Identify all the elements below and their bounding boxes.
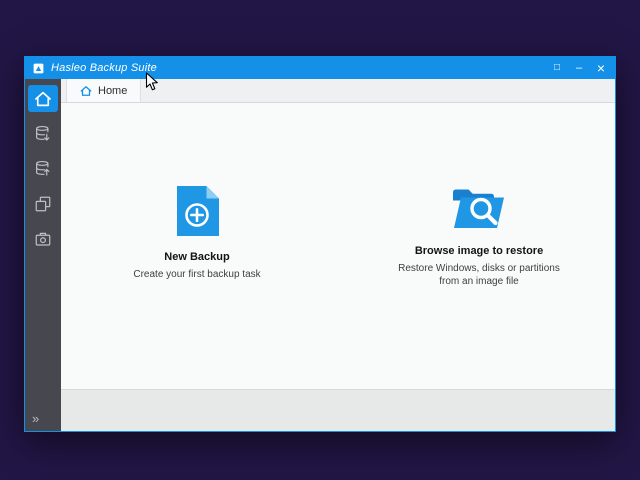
new-backup-option[interactable]: New Backup Create your first backup task (81, 182, 313, 282)
sidebar-item-restore[interactable] (28, 155, 58, 182)
browse-restore-subtitle-line1: Restore Windows, disks or partitions (398, 262, 560, 274)
new-backup-icon-wrap (81, 182, 313, 238)
sidebar-item-clone[interactable] (28, 190, 58, 217)
bottom-bar (61, 389, 615, 431)
new-backup-icon (176, 186, 219, 237)
home-tab-icon (80, 85, 92, 96)
sidebar-expand-button[interactable]: » (32, 411, 39, 426)
main-content: New Backup Create your first backup task (61, 103, 615, 389)
browse-restore-option[interactable]: Browse image to restore Restore Windows,… (363, 176, 595, 289)
main-column: Home New Backup Create your first backup… (61, 79, 615, 431)
browse-restore-icon (453, 189, 504, 228)
browse-restore-subtitle-line2: from an image file (439, 276, 519, 287)
toolkit-icon (35, 232, 51, 246)
tab-home-label: Home (98, 84, 128, 97)
home-icon (35, 91, 51, 106)
titlebar[interactable]: Hasleo Backup Suite □ – × (25, 57, 615, 79)
browse-restore-title: Browse image to restore (414, 244, 544, 257)
tab-bar: Home (61, 79, 615, 103)
app-icon (32, 62, 45, 75)
window-body: » Home New Backup Create your first back… (25, 79, 615, 431)
new-backup-subtitle: Create your first backup task (133, 269, 261, 281)
maximize-button[interactable]: □ (546, 57, 568, 79)
minimize-button[interactable]: – (568, 57, 590, 79)
close-button[interactable]: × (590, 57, 612, 79)
sidebar-item-backup[interactable] (28, 120, 58, 147)
backup-disks-icon (36, 125, 50, 141)
sidebar: » (25, 79, 61, 431)
browse-restore-subtitle: Restore Windows, disks or partitions fro… (363, 262, 595, 289)
browse-restore-icon-wrap (363, 176, 595, 232)
sidebar-item-toolkit[interactable] (28, 225, 58, 252)
new-backup-title: New Backup (164, 251, 230, 264)
window-controls: □ – × (546, 57, 612, 79)
restore-disks-icon (36, 160, 50, 176)
app-logo-icon (33, 63, 44, 73)
desktop: Hasleo Backup Suite □ – × » Home New Bac… (0, 0, 640, 480)
sidebar-item-home[interactable] (28, 85, 58, 112)
clone-icon (35, 196, 51, 211)
tab-home[interactable]: Home (66, 79, 142, 102)
app-window: Hasleo Backup Suite □ – × » Home New Bac… (24, 56, 616, 432)
window-title: Hasleo Backup Suite (51, 62, 157, 74)
